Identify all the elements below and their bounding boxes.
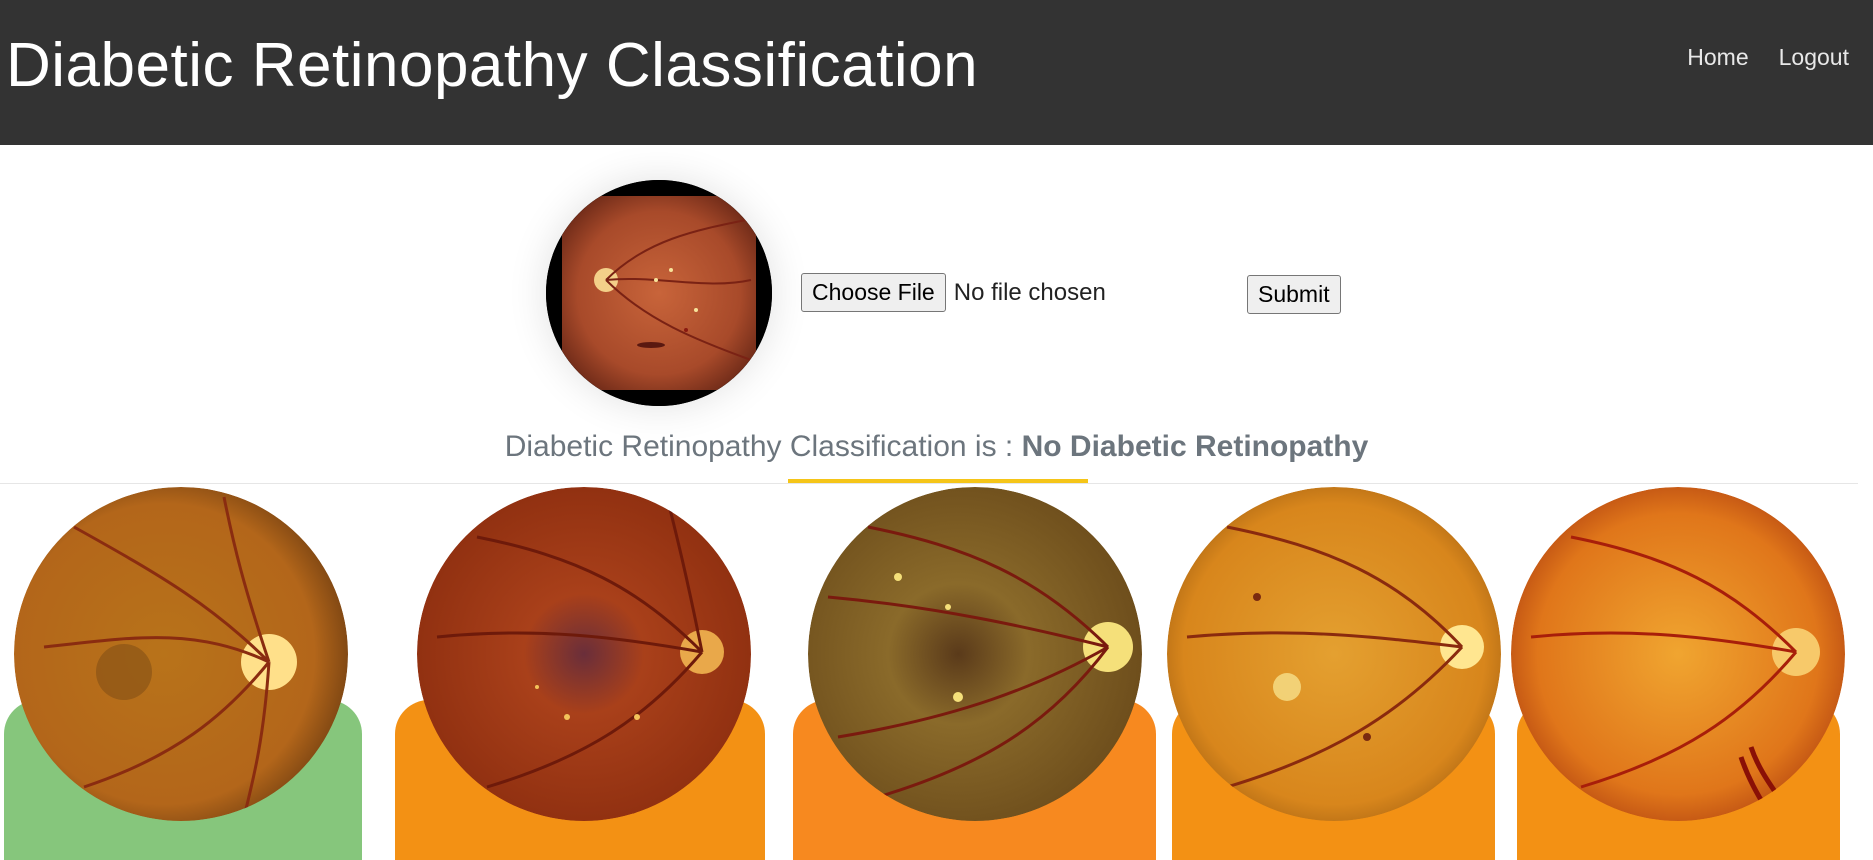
fundus-image-2 xyxy=(417,487,751,821)
fundus-image-5 xyxy=(1511,487,1845,821)
top-navbar: Diabetic Retinopathy Classification Home… xyxy=(0,0,1873,145)
fundus-image-4 xyxy=(1167,487,1501,821)
title-underline-accent xyxy=(788,479,1088,483)
nav-logout-link[interactable]: Logout xyxy=(1779,44,1849,71)
choose-file-button[interactable]: Choose File xyxy=(801,273,946,312)
file-status-text: No file chosen xyxy=(953,278,1106,306)
fundus-preview-image xyxy=(546,180,772,406)
result-value: No Diabetic Retinopathy xyxy=(1021,430,1369,463)
fundus-image-icon xyxy=(808,487,1142,821)
fundus-image-1 xyxy=(14,487,348,821)
nav-home-link[interactable]: Home xyxy=(1687,44,1748,71)
page-title: Diabetic Retinopathy Classification xyxy=(6,31,979,100)
fundus-image-icon xyxy=(1511,487,1845,821)
nav-links: Home Logout xyxy=(1687,44,1849,71)
result-label: Diabetic Retinopathy Classification is : xyxy=(504,430,1014,463)
fundus-image-icon xyxy=(14,487,348,821)
fundus-image-icon xyxy=(417,487,751,821)
fundus-image-icon xyxy=(1167,487,1501,821)
section-divider xyxy=(0,483,1858,484)
classification-result: Diabetic Retinopathy Classification is :… xyxy=(0,430,1873,464)
uploaded-image-preview xyxy=(546,180,772,406)
fundus-image-3 xyxy=(808,487,1142,821)
file-chooser: Choose File No file chosen xyxy=(801,273,1106,312)
submit-button[interactable]: Submit xyxy=(1247,275,1341,314)
